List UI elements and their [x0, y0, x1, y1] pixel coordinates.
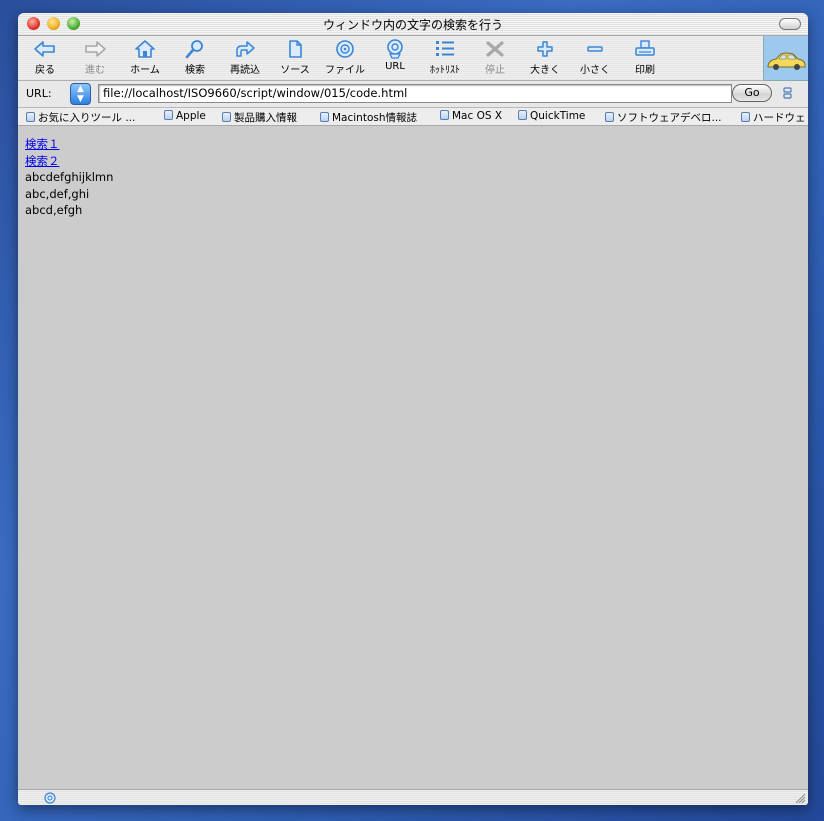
- plus-icon: [537, 41, 553, 57]
- folder-icon: [320, 112, 329, 122]
- back-arrow-icon: [34, 41, 55, 57]
- title-bar[interactable]: ウィンドウ内の文字の検索を行う: [18, 13, 808, 36]
- toolbar: 戻る 進む ホーム 検索 再読込 ソース ファイル URL ﾎｯﾄﾘｽﾄ 停止 …: [18, 36, 808, 81]
- reload-icon: [236, 41, 255, 57]
- favorites-bar: お気に入りツール ... Apple 製品購入情報 Macintosh情報誌 M…: [18, 108, 808, 126]
- favorite-item-mac-os-x[interactable]: Mac OS X: [440, 110, 502, 122]
- home-icon: [135, 40, 155, 58]
- minus-icon: [587, 46, 603, 52]
- hotlist-icon: [436, 41, 454, 56]
- page-icon: [440, 110, 449, 120]
- text-line-3: abcd,efgh: [25, 203, 83, 217]
- text-smaller-button[interactable]: 小さく: [570, 39, 620, 79]
- search-link-2[interactable]: 検索２: [25, 153, 801, 170]
- folder-icon: [605, 112, 614, 122]
- stop-button[interactable]: 停止: [470, 39, 520, 79]
- url-globe-icon: [387, 39, 403, 59]
- document-icon: [289, 40, 302, 58]
- favorite-item-software-developer[interactable]: ソフトウェアデベロ...: [605, 110, 722, 125]
- browser-window: ウィンドウ内の文字の検索を行う 戻る 進む ホーム 検索 再読込 ソース ファイ…: [18, 13, 808, 805]
- back-button[interactable]: 戻る: [20, 39, 70, 79]
- file-disc-icon: [336, 40, 354, 58]
- print-button[interactable]: 印刷: [620, 39, 670, 79]
- hotlist-button[interactable]: ﾎｯﾄﾘｽﾄ: [420, 39, 470, 79]
- text-line-1: abcdefghijklmn: [25, 170, 114, 184]
- favorite-item-macintosh-magazines[interactable]: Macintosh情報誌: [320, 110, 417, 125]
- address-bar: URL: ▲ ▼ file://localhost/ISO9660/script/…: [18, 81, 808, 108]
- favorite-item-hardware[interactable]: ハードウェ: [741, 110, 806, 125]
- go-button[interactable]: Go: [732, 84, 772, 102]
- url-button[interactable]: URL: [370, 39, 420, 79]
- source-button[interactable]: ソース: [270, 39, 320, 79]
- page-content: 検索１ 検索２ abcdefghijklmn abc,def,ghi abcd,…: [18, 126, 808, 789]
- forward-button[interactable]: 進む: [70, 39, 120, 79]
- search-button[interactable]: 検索: [170, 39, 220, 79]
- reload-button[interactable]: 再読込: [220, 39, 270, 79]
- folder-icon: [518, 110, 527, 120]
- search-link-1[interactable]: 検索１: [25, 136, 801, 153]
- resize-grip-icon[interactable]: [795, 793, 806, 804]
- file-button[interactable]: ファイル: [320, 39, 370, 79]
- favorite-item-purchase[interactable]: 製品購入情報: [222, 110, 297, 125]
- status-bar: [18, 789, 808, 805]
- folder-icon: [164, 110, 173, 120]
- connection-status-icon[interactable]: [44, 792, 56, 804]
- forward-arrow-icon: [85, 41, 106, 57]
- favorite-item-apple[interactable]: Apple: [164, 110, 206, 122]
- browser-throbber[interactable]: [763, 36, 808, 81]
- folder-icon: [741, 112, 750, 122]
- home-button[interactable]: ホーム: [120, 39, 170, 79]
- favorite-item-tools[interactable]: お気に入りツール ...: [26, 110, 135, 125]
- window-title: ウィンドウ内の文字の検索を行う: [322, 18, 503, 32]
- text-line-2: abc,def,ghi: [25, 186, 90, 201]
- folder-icon: [26, 112, 35, 122]
- folder-icon: [222, 112, 231, 122]
- url-label: URL:: [26, 87, 52, 100]
- url-input[interactable]: file://localhost/ISO9660/script/window/0…: [98, 84, 732, 103]
- url-history-popup[interactable]: ▲ ▼: [70, 83, 91, 105]
- search-icon: [185, 40, 203, 59]
- page-holder-icon[interactable]: [782, 87, 794, 99]
- favorite-item-quicktime[interactable]: QuickTime: [518, 110, 585, 122]
- stop-icon: [486, 41, 504, 57]
- text-larger-button[interactable]: 大きく: [520, 39, 570, 79]
- car-logo-icon: [767, 52, 806, 70]
- print-icon: [635, 40, 655, 56]
- toolbar-toggle-button[interactable]: [779, 18, 801, 30]
